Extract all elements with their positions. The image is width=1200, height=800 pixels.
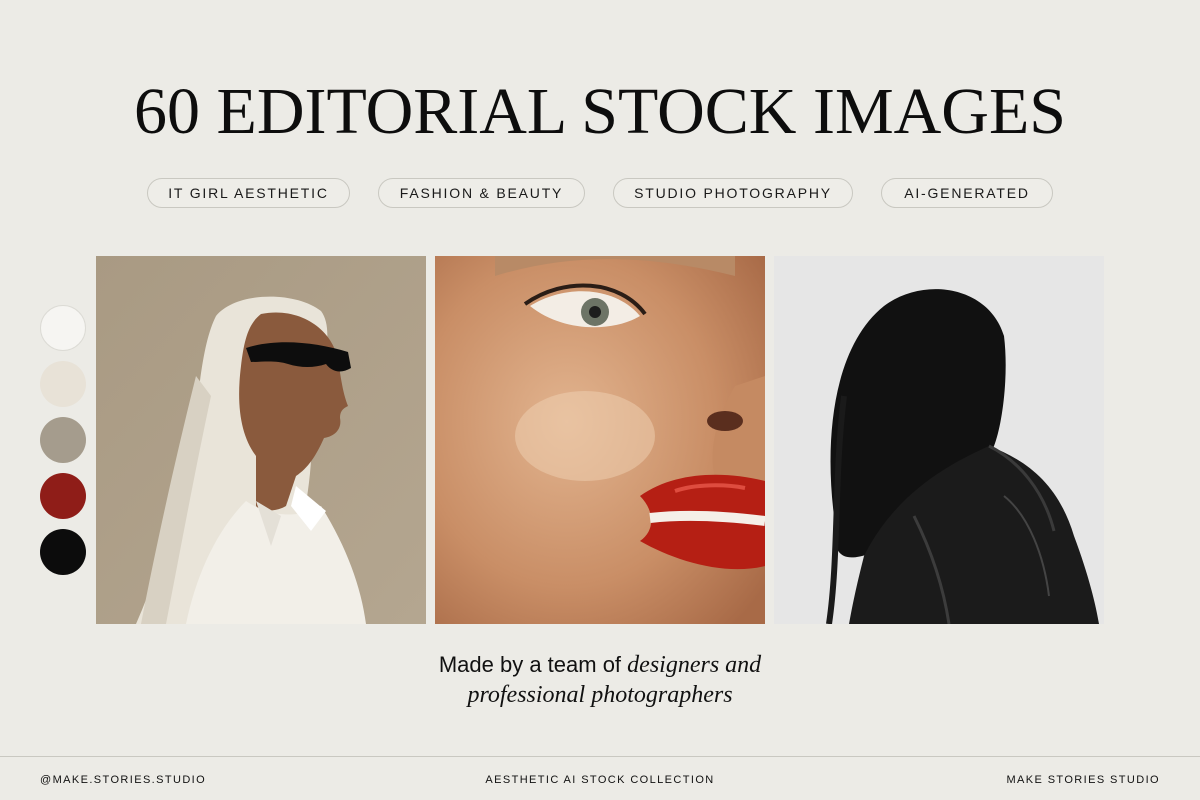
footer-divider xyxy=(0,756,1200,757)
tagline-plain-text: Made by a team of xyxy=(438,652,622,677)
tagline-line-1: Made by a team of designers and xyxy=(0,652,1200,679)
page-title: 60 EDITORIAL STOCK IMAGES xyxy=(134,75,1066,148)
tagline-line-2: professional photographers xyxy=(0,682,1200,709)
footer-brand: MAKE STORIES STUDIO xyxy=(1006,774,1160,786)
color-swatch-red xyxy=(40,473,86,519)
tag-it-girl-aesthetic: IT GIRL AESTHETIC xyxy=(147,178,350,208)
woman-white-hair-sunglasses-icon xyxy=(96,256,426,624)
tag-fashion-beauty: FASHION & BEAUTY xyxy=(378,178,585,208)
tagline-italic-text-2: professional photographers xyxy=(467,682,733,708)
color-swatch-cream xyxy=(40,361,86,407)
color-swatch-black xyxy=(40,529,86,575)
photo-leather-jacket xyxy=(774,256,1104,624)
color-swatch-white xyxy=(40,305,86,351)
color-swatch-taupe xyxy=(40,417,86,463)
closeup-red-lips-face-icon xyxy=(435,256,765,624)
photo-woman-sunglasses xyxy=(96,256,426,624)
tag-ai-generated: AI-GENERATED xyxy=(881,178,1053,208)
black-hair-leather-jacket-icon xyxy=(774,256,1104,624)
tag-studio-photography: STUDIO PHOTOGRAPHY xyxy=(613,178,853,208)
tagline-italic-text: designers and xyxy=(627,652,762,678)
photo-red-lips-closeup xyxy=(435,256,765,624)
